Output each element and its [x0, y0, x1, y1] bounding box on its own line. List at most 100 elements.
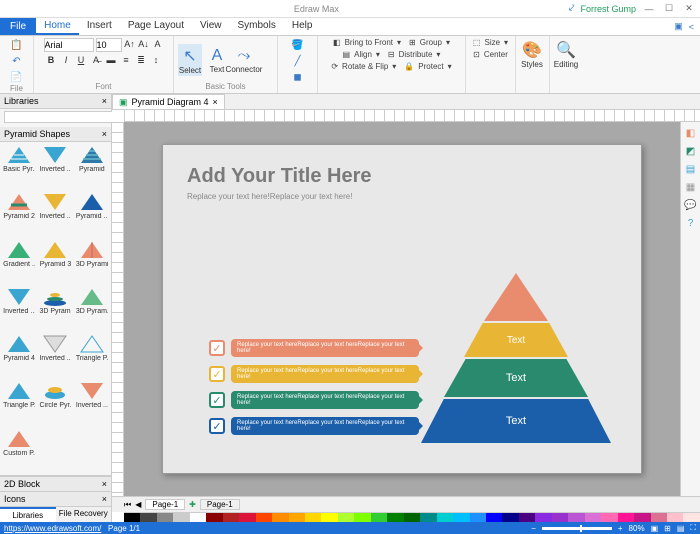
align-icon[interactable]: ≣ [135, 54, 147, 66]
pyramid-diagram[interactable]: Text Text Text [421, 263, 611, 443]
connector-tool[interactable]: ⤳Connector [232, 44, 256, 76]
view-icon-3[interactable]: ▤ [677, 524, 685, 533]
tab-page-layout[interactable]: Page Layout [120, 18, 192, 35]
rail-page-icon[interactable]: ▤ [684, 162, 698, 176]
bold-icon[interactable]: B [45, 54, 57, 66]
callout-2[interactable]: ✓Replace your text hereReplace your text… [209, 365, 419, 383]
font-color-icon[interactable]: A [152, 38, 164, 50]
rail-layer-icon[interactable]: ▦ [684, 180, 698, 194]
redo-icon[interactable]: 📄 [10, 70, 24, 84]
callout-1[interactable]: ✓Replace your text hereReplace your text… [209, 339, 419, 357]
file-menu[interactable]: File [0, 18, 36, 35]
add-page-icon[interactable]: ✚ [189, 500, 196, 509]
shapes-header[interactable]: Pyramid Shapes× [0, 127, 111, 142]
shape-item[interactable]: Inverted ... [75, 380, 109, 425]
shape-item[interactable]: 3D Pyram... [75, 286, 109, 331]
2d-block-section[interactable]: 2D Block× [0, 476, 111, 491]
size-button[interactable]: ⬚ Size ▾ [473, 38, 508, 47]
shadow-icon[interactable]: ◼ [291, 70, 305, 84]
shape-item[interactable]: Pyramid [75, 144, 109, 189]
protect-button[interactable]: 🔒 Protect ▾ [404, 62, 451, 71]
pyramid-layer-1[interactable]: Text [421, 399, 611, 443]
zoom-in-icon[interactable]: + [618, 524, 623, 533]
bullets-icon[interactable]: ≡ [120, 54, 132, 66]
icons-section[interactable]: Icons× [0, 491, 111, 506]
shape-item[interactable]: 3D Pyram... [38, 286, 72, 331]
tab-insert[interactable]: Insert [79, 18, 120, 35]
editing-button[interactable]: 🔍Editing [554, 38, 578, 70]
toolbar-icon-1[interactable]: ▣ [674, 21, 683, 32]
font-size-select[interactable] [96, 38, 122, 52]
distribute-button[interactable]: ⊟ Distribute ▾ [388, 50, 441, 59]
shape-item[interactable]: Inverted ... [2, 286, 36, 331]
shape-item[interactable]: Circle Pyr... [38, 380, 72, 425]
shape-item[interactable]: 3D Pyramid [75, 239, 109, 284]
tab-view[interactable]: View [192, 18, 230, 35]
shape-item[interactable]: Basic Pyr... [2, 144, 36, 189]
tab-home[interactable]: Home [36, 18, 79, 35]
pyramid-layer-3[interactable]: Text [464, 323, 568, 357]
pyramid-layer-4[interactable] [484, 273, 548, 321]
font-name-select[interactable] [44, 38, 94, 52]
color-swatches[interactable] [124, 512, 700, 522]
shape-item[interactable]: Triangle P... [2, 380, 36, 425]
rail-help-icon[interactable]: ? [684, 216, 698, 230]
shape-item[interactable]: Pyramid 4 [2, 333, 36, 378]
line-icon[interactable]: ╱ [291, 54, 305, 68]
rail-format-icon[interactable]: ◧ [684, 126, 698, 140]
rail-fill-icon[interactable]: ◩ [684, 144, 698, 158]
file-recovery-tab[interactable]: File Recovery [56, 507, 112, 522]
search-input[interactable] [4, 111, 116, 123]
rail-comment-icon[interactable]: 💬 [684, 198, 698, 212]
tab-symbols[interactable]: Symbols [230, 18, 284, 35]
document-tab[interactable]: ▣ Pyramid Diagram 4 × [112, 94, 225, 109]
center-button[interactable]: ⊡ Center [473, 50, 508, 59]
bring-front-button[interactable]: ◧ Bring to Front ▾ [333, 38, 401, 47]
decrease-font-icon[interactable]: A↓ [138, 38, 150, 50]
pyramid-layer-2[interactable]: Text [444, 359, 588, 397]
italic-icon[interactable]: I [60, 54, 72, 66]
increase-font-icon[interactable]: A↑ [124, 38, 136, 50]
page-subtitle[interactable]: Replace your text here!Replace your text… [187, 192, 617, 201]
shape-item[interactable]: Inverted ... [38, 333, 72, 378]
fullscreen-icon[interactable]: ⛶ [690, 523, 696, 533]
close-button[interactable]: ✕ [682, 3, 696, 15]
share-icon[interactable]: ⤦ [569, 3, 575, 14]
view-icon-1[interactable]: ▣ [651, 524, 659, 533]
canvas[interactable]: Add Your Title Here Replace your text he… [124, 122, 680, 496]
page-tab-1[interactable]: Page-1 [145, 499, 185, 510]
highlight-icon[interactable]: ▬ [105, 54, 117, 66]
page-title[interactable]: Add Your Title Here [187, 165, 617, 188]
paste-icon[interactable]: 📋 [10, 38, 24, 52]
view-icon-2[interactable]: ⊞ [664, 524, 671, 533]
rotate-button[interactable]: ⟳ Rotate & Flip ▾ [331, 62, 396, 71]
doc-tab-close-icon[interactable]: × [213, 97, 218, 107]
status-url[interactable]: https://www.edrawsoft.com/ [4, 524, 101, 533]
page-tab-2[interactable]: Page-1 [200, 499, 240, 510]
tab-help[interactable]: Help [284, 18, 321, 35]
undo-icon[interactable]: ↶ [10, 54, 24, 68]
shape-item[interactable]: Inverted ... [38, 144, 72, 189]
strike-icon[interactable]: A̶ [90, 54, 102, 66]
toolbar-icon-2[interactable]: < [689, 22, 694, 32]
maximize-button[interactable]: ☐ [662, 3, 676, 15]
underline-icon[interactable]: U [75, 54, 87, 66]
zoom-out-icon[interactable]: − [531, 524, 536, 533]
page-nav-first-icon[interactable]: ⏮ [124, 500, 131, 510]
shape-item[interactable]: Pyramid 2 [2, 191, 36, 236]
page[interactable]: Add Your Title Here Replace your text he… [162, 144, 642, 474]
spacing-icon[interactable]: ↕ [150, 54, 162, 66]
shape-item[interactable]: Inverted ... [38, 191, 72, 236]
shape-item[interactable]: Custom P... [2, 428, 36, 473]
shape-item[interactable]: Pyramid 3 [38, 239, 72, 284]
align-button[interactable]: ▤ Align ▾ [343, 50, 380, 59]
shape-item[interactable]: Pyramid ... [75, 191, 109, 236]
callout-3[interactable]: ✓Replace your text hereReplace your text… [209, 391, 419, 409]
libraries-close-icon[interactable]: × [102, 96, 107, 106]
page-nav-prev-icon[interactable]: ◀ [135, 500, 141, 509]
minimize-button[interactable]: — [642, 3, 656, 15]
callout-4[interactable]: ✓Replace your text hereReplace your text… [209, 417, 419, 435]
fill-icon[interactable]: 🪣 [291, 38, 305, 52]
user-name[interactable]: Forrest Gump [580, 4, 636, 14]
libraries-tab[interactable]: Libraries [0, 507, 56, 522]
